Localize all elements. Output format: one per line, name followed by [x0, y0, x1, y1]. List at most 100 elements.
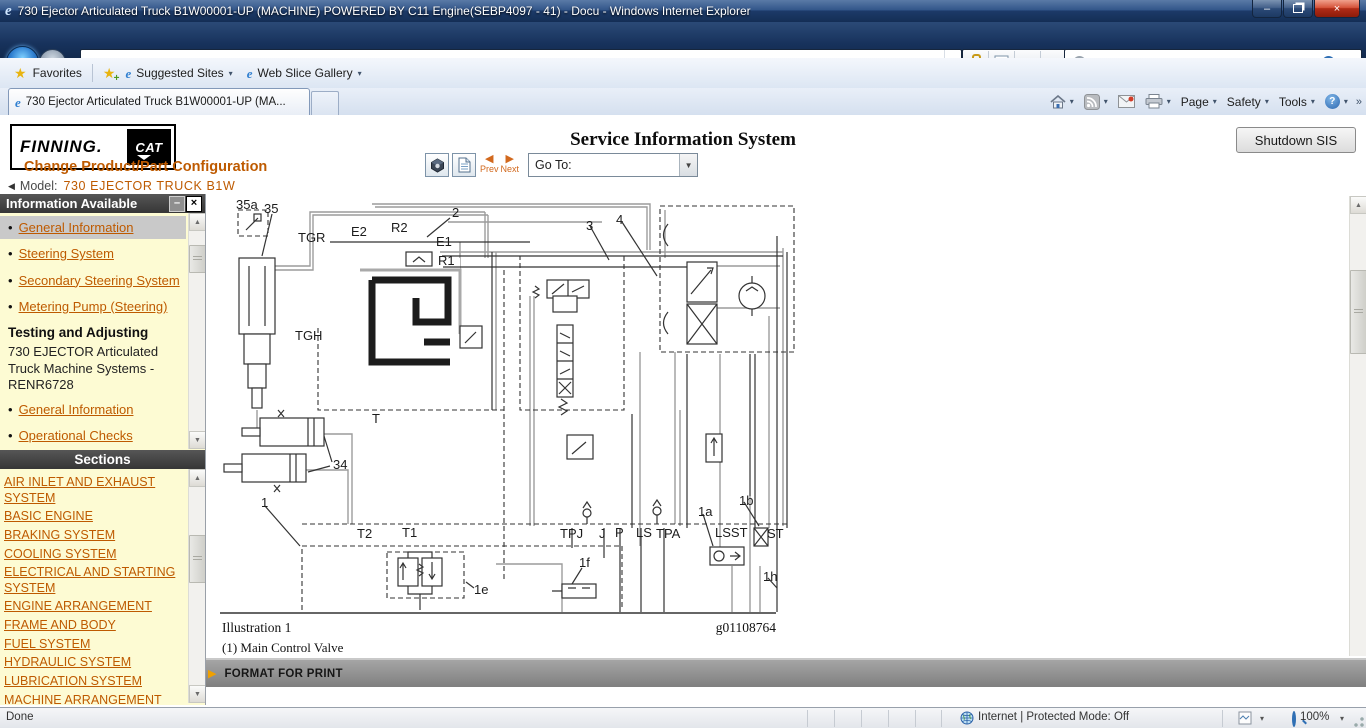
- page-menu[interactable]: Page▾: [1181, 95, 1217, 109]
- prev-button[interactable]: ◀ Prev: [480, 153, 499, 174]
- window-title: 730 Ejector Articulated Truck B1W00001-U…: [18, 4, 751, 18]
- section-link[interactable]: ELECTRICAL AND STARTING SYSTEM: [4, 565, 176, 596]
- diagram-label-T2: T2: [357, 526, 372, 541]
- scroll-down-icon[interactable]: ▼: [189, 685, 205, 703]
- diagram-label-T: T: [372, 411, 380, 426]
- favorites-star-icon: ★: [14, 65, 27, 82]
- scroll-up-icon[interactable]: ▲: [1350, 196, 1366, 214]
- section-link[interactable]: FUEL SYSTEM: [4, 637, 176, 653]
- content-scrollbar[interactable]: ▲: [1349, 196, 1366, 656]
- panel-close-button[interactable]: ×: [186, 196, 202, 212]
- tab-active[interactable]: e 730 Ejector Articulated Truck B1W00001…: [8, 88, 310, 115]
- diagram-label-2: 2: [452, 205, 459, 220]
- model-label: Model:: [20, 179, 58, 193]
- diagram-label-R1: R1: [438, 253, 455, 268]
- section-link[interactable]: LUBRICATION SYSTEM: [4, 674, 176, 690]
- help-icon: ?: [1325, 94, 1340, 109]
- add-favorite-icon[interactable]: ★: [103, 65, 116, 82]
- tools-menu[interactable]: Tools▾: [1279, 95, 1315, 109]
- section-link[interactable]: COOLING SYSTEM: [4, 547, 176, 563]
- web-slice-gallery-button[interactable]: e Web Slice Gallery ▾: [247, 66, 362, 80]
- restore-icon: [1293, 4, 1303, 13]
- model-link[interactable]: 730 EJECTOR TRUCK B1W: [63, 179, 235, 193]
- diagram-label-34: 34: [333, 457, 347, 472]
- help-menu[interactable]: ? ▾: [1325, 94, 1348, 109]
- section-link[interactable]: BRAKING SYSTEM: [4, 528, 176, 544]
- section-link[interactable]: HYDRAULIC SYSTEM: [4, 655, 176, 671]
- resize-grip[interactable]: [1351, 714, 1365, 728]
- suggested-sites-button[interactable]: e Suggested Sites ▾: [125, 66, 232, 80]
- illustration-caption: g01108764 Illustration 1: [222, 620, 776, 636]
- scroll-up-icon[interactable]: ▲: [189, 213, 205, 231]
- diagram-label-TGH: TGH: [295, 328, 322, 343]
- diagram-label-1a: 1a: [698, 504, 712, 519]
- zoom-dropdown-icon[interactable]: ▾: [1340, 714, 1344, 723]
- next-button[interactable]: ▶ Next: [501, 153, 520, 174]
- close-button[interactable]: ×: [1314, 0, 1360, 18]
- home-button[interactable]: ▾: [1050, 95, 1074, 109]
- shutdown-sis-button[interactable]: Shutdown SIS: [1236, 127, 1356, 153]
- scroll-down-icon[interactable]: ▼: [189, 431, 205, 449]
- sidebar-item-general-information[interactable]: •General Information: [0, 216, 186, 239]
- goto-dropdown[interactable]: Go To: ▼: [528, 153, 698, 177]
- sidebar-item-metering-pump[interactable]: •Metering Pump (Steering): [0, 295, 186, 318]
- scroll-up-icon[interactable]: ▲: [189, 469, 205, 487]
- new-tab-button[interactable]: [311, 91, 339, 115]
- browser-window: e 730 Ejector Articulated Truck B1W00001…: [0, 0, 1366, 728]
- minimize-button[interactable]: –: [1252, 0, 1282, 18]
- diagram-label-P: P: [615, 525, 624, 540]
- printer-icon: [1145, 94, 1163, 109]
- format-for-print-bar[interactable]: ▶ FORMAT FOR PRINT: [206, 658, 1366, 687]
- diagram-label-TPJ: TPJ: [560, 526, 583, 541]
- feeds-button[interactable]: ▾: [1084, 94, 1108, 110]
- section-link[interactable]: MACHINE ARRANGEMENT: [4, 693, 176, 706]
- section-link[interactable]: BASIC ENGINE: [4, 509, 176, 525]
- sidebar-item-steering-system[interactable]: •Steering System: [0, 242, 186, 265]
- favorites-button[interactable]: Favorites: [33, 66, 82, 80]
- zoom-icon: [1292, 711, 1296, 727]
- read-mail-button[interactable]: [1118, 95, 1135, 108]
- diagram-label-J: J: [599, 526, 606, 541]
- diagram-label-1e: 1e: [474, 582, 488, 597]
- illustration-label: Illustration 1: [222, 620, 291, 635]
- restore-button[interactable]: [1283, 0, 1313, 18]
- window-titlebar: e 730 Ejector Articulated Truck B1W00001…: [0, 0, 1366, 22]
- illustration-subcaption: (1) Main Control Valve: [222, 640, 343, 656]
- section-link[interactable]: ENGINE ARRANGEMENT: [4, 599, 176, 615]
- diagram-label-35: 35: [264, 201, 278, 216]
- scrollbar-thumb[interactable]: [189, 245, 205, 273]
- manual-reference-text: 730 EJECTOR Articulated Truck Machine Sy…: [0, 342, 186, 395]
- diagram-label-1b: 1b: [739, 493, 753, 508]
- globe-icon: [960, 711, 974, 725]
- more-tools-chevron[interactable]: »: [1356, 96, 1362, 108]
- chevron-down-icon[interactable]: ▾: [1260, 714, 1264, 723]
- print-button[interactable]: ▾: [1145, 94, 1171, 109]
- graphics-button[interactable]: [425, 153, 449, 177]
- section-link[interactable]: AIR INLET AND EXHAUST SYSTEM: [4, 475, 176, 506]
- scrollbar-thumb[interactable]: [1350, 270, 1366, 354]
- sidebar-item-general-information-2[interactable]: •General Information: [0, 398, 186, 421]
- diagram-label-E1: E1: [436, 234, 452, 249]
- tab-title: 730 Ejector Articulated Truck B1W00001-U…: [26, 96, 286, 108]
- model-back-icon[interactable]: ◀: [8, 181, 15, 192]
- compatibility-icon[interactable]: [1238, 711, 1253, 725]
- dropdown-arrow-icon[interactable]: ▼: [679, 154, 697, 176]
- diagram-label-3: 3: [586, 218, 593, 233]
- sidebar-scrollbar[interactable]: ▲ ▼: [188, 213, 205, 449]
- diagram-label-1: 1: [261, 495, 268, 510]
- change-config-link[interactable]: Change Product/Part Configuration: [24, 159, 267, 175]
- scrollbar-thumb[interactable]: [189, 535, 205, 583]
- sections-scrollbar[interactable]: ▲ ▼: [188, 469, 205, 703]
- panel-minimize-button[interactable]: –: [169, 196, 185, 212]
- ie-logo-icon: e: [5, 4, 12, 19]
- sidebar-item-operational-checks[interactable]: •Operational Checks: [0, 424, 186, 447]
- sidebar-item-secondary-steering[interactable]: •Secondary Steering System: [0, 269, 186, 292]
- diagram-label-4: 4: [616, 212, 623, 227]
- section-link[interactable]: FRAME AND BODY: [4, 618, 176, 634]
- safety-menu[interactable]: Safety▾: [1227, 95, 1269, 109]
- diagram-label-T1: T1: [402, 525, 417, 540]
- zoom-level[interactable]: 100%: [1300, 711, 1329, 723]
- command-bar: ▾ ▾ ▾ Page▾ Safety▾ Tools▾ ? ▾ »: [1040, 89, 1362, 114]
- document-button[interactable]: [452, 153, 476, 177]
- format-for-print-label[interactable]: FORMAT FOR PRINT: [224, 668, 342, 680]
